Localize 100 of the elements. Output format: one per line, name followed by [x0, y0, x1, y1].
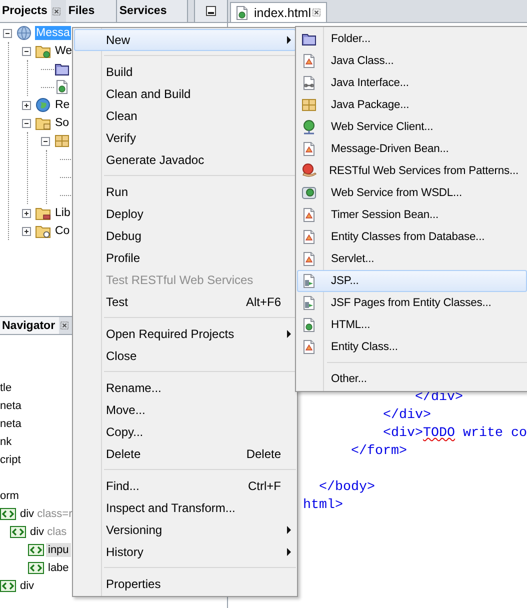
folder-icon — [54, 61, 70, 77]
expand-icon[interactable] — [22, 226, 31, 236]
menu-item[interactable]: Copy... — [74, 421, 296, 443]
menu-item[interactable]: Generate Javadoc — [74, 149, 296, 171]
navigator-item[interactable]: div — [18, 579, 36, 593]
menu-item[interactable]: Clean — [74, 105, 296, 127]
folder-icon — [35, 115, 51, 131]
document-icon — [301, 141, 317, 157]
menu-item[interactable]: Java Package... — [297, 94, 527, 116]
navigator-item[interactable]: neta — [0, 399, 24, 413]
menu-item[interactable]: Other... — [297, 368, 527, 390]
tree-item[interactable]: We — [54, 44, 74, 58]
tag-icon — [0, 578, 16, 594]
menu-item[interactable]: Folder... — [297, 28, 527, 50]
menu-item[interactable]: Java Class... — [297, 50, 527, 72]
menu-item[interactable]: Servlet... — [297, 248, 527, 270]
expand-icon[interactable] — [22, 208, 31, 218]
navigator-item[interactable]: inpu — [46, 543, 71, 557]
menu-item[interactable]: Deploy — [74, 203, 296, 225]
tree-item[interactable]: So — [54, 116, 70, 130]
minimize-button[interactable] — [194, 0, 228, 22]
navigator-item[interactable]: div class=r — [18, 507, 74, 521]
navigator-item[interactable]: tle — [0, 381, 14, 395]
folder-icon — [35, 223, 51, 239]
navigator-item[interactable]: labe — [46, 561, 71, 575]
panel-tab[interactable]: Projects — [0, 0, 52, 22]
document-icon — [301, 229, 317, 245]
menu-item[interactable]: Web Service from WSDL... — [297, 182, 527, 204]
menu-item[interactable]: Rename... — [74, 377, 296, 399]
document-icon — [301, 53, 317, 69]
menu-item[interactable]: Web Service Client... — [297, 116, 527, 138]
code-line: </form> — [351, 444, 408, 459]
close-icon[interactable] — [312, 8, 321, 17]
menu-item[interactable]: Verify — [74, 127, 296, 149]
code-line: </body> — [319, 480, 376, 495]
menu-item[interactable]: HTML... — [297, 314, 527, 336]
folder-icon — [35, 205, 51, 221]
folder-icon — [301, 31, 317, 47]
menu-item[interactable]: Profile — [74, 247, 296, 269]
document-icon — [234, 4, 250, 20]
expand-icon[interactable] — [22, 100, 31, 110]
document-icon — [301, 339, 317, 355]
document-icon — [301, 207, 317, 223]
document-icon — [301, 317, 317, 333]
menu-item[interactable]: Test Alt+F6 — [74, 291, 296, 313]
panel-tab[interactable]: Navigator — [0, 317, 60, 334]
menu-item[interactable]: Find... Ctrl+F — [74, 475, 296, 497]
minimize-icon — [206, 6, 216, 16]
menu-item[interactable]: Run — [74, 181, 296, 203]
editor-tab[interactable]: index.html — [230, 2, 327, 22]
menu-item[interactable]: Entity Class... — [297, 336, 527, 358]
menu-item[interactable]: Versioning — [74, 519, 296, 541]
menu-item[interactable]: JSF Pages from Entity Classes... — [297, 292, 527, 314]
collapse-icon[interactable] — [22, 118, 31, 128]
navigator-item[interactable]: neta — [0, 417, 24, 431]
menu-item[interactable]: Move... — [74, 399, 296, 421]
tag-icon — [10, 524, 26, 540]
code-line: <div>TODO write co — [383, 426, 527, 441]
tree-item[interactable]: Re — [54, 98, 71, 112]
navigator-item[interactable]: div clas — [28, 525, 69, 539]
navigator-item[interactable]: nk — [0, 435, 14, 449]
navigator-item[interactable]: cript — [0, 453, 23, 467]
ball-icon — [301, 163, 317, 179]
menu-item[interactable]: Timer Session Bean... — [297, 204, 527, 226]
navigator-item[interactable]: orm — [0, 489, 21, 503]
close-icon[interactable] — [60, 321, 70, 330]
collapse-icon[interactable] — [3, 28, 12, 38]
menu-item[interactable]: RESTful Web Services from Patterns... — [297, 160, 527, 182]
panel-tab[interactable]: Services — [117, 0, 188, 22]
menu-item[interactable]: Debug — [74, 225, 296, 247]
menu-item[interactable]: Entity Classes from Database... — [297, 226, 527, 248]
tag-icon — [28, 560, 44, 576]
menu-item[interactable]: Close — [74, 345, 296, 367]
package-icon — [54, 133, 70, 149]
menu-item[interactable]: Build — [74, 61, 296, 83]
document-icon — [301, 75, 317, 91]
menu-item[interactable]: History — [74, 541, 296, 563]
menu-item[interactable]: Inspect and Transform... — [74, 497, 296, 519]
package-icon — [301, 97, 317, 113]
menu-item[interactable]: JSP... — [297, 270, 527, 292]
menu-item[interactable]: Properties — [74, 573, 296, 595]
menu-item[interactable]: Message-Driven Bean... — [297, 138, 527, 160]
panel-tab[interactable]: Files — [66, 0, 118, 22]
menu-item[interactable]: Delete Delete — [74, 443, 296, 465]
document-icon — [54, 79, 70, 95]
menu-item[interactable]: Java Interface... — [297, 72, 527, 94]
collapse-icon[interactable] — [41, 136, 50, 146]
menu-item[interactable]: New — [74, 29, 296, 51]
document-icon — [301, 273, 317, 289]
tree-item[interactable]: Lib — [54, 206, 72, 220]
code-line: </div> — [383, 408, 432, 423]
tag-icon — [0, 506, 16, 522]
close-icon[interactable] — [52, 6, 62, 16]
folder-icon — [35, 43, 51, 59]
menu-item[interactable]: Clean and Build — [74, 83, 296, 105]
collapse-icon[interactable] — [22, 46, 31, 56]
tag-icon — [28, 542, 44, 558]
tree-item[interactable]: Co — [54, 224, 71, 238]
menu-item[interactable]: Open Required Projects — [74, 323, 296, 345]
document-icon — [301, 295, 317, 311]
